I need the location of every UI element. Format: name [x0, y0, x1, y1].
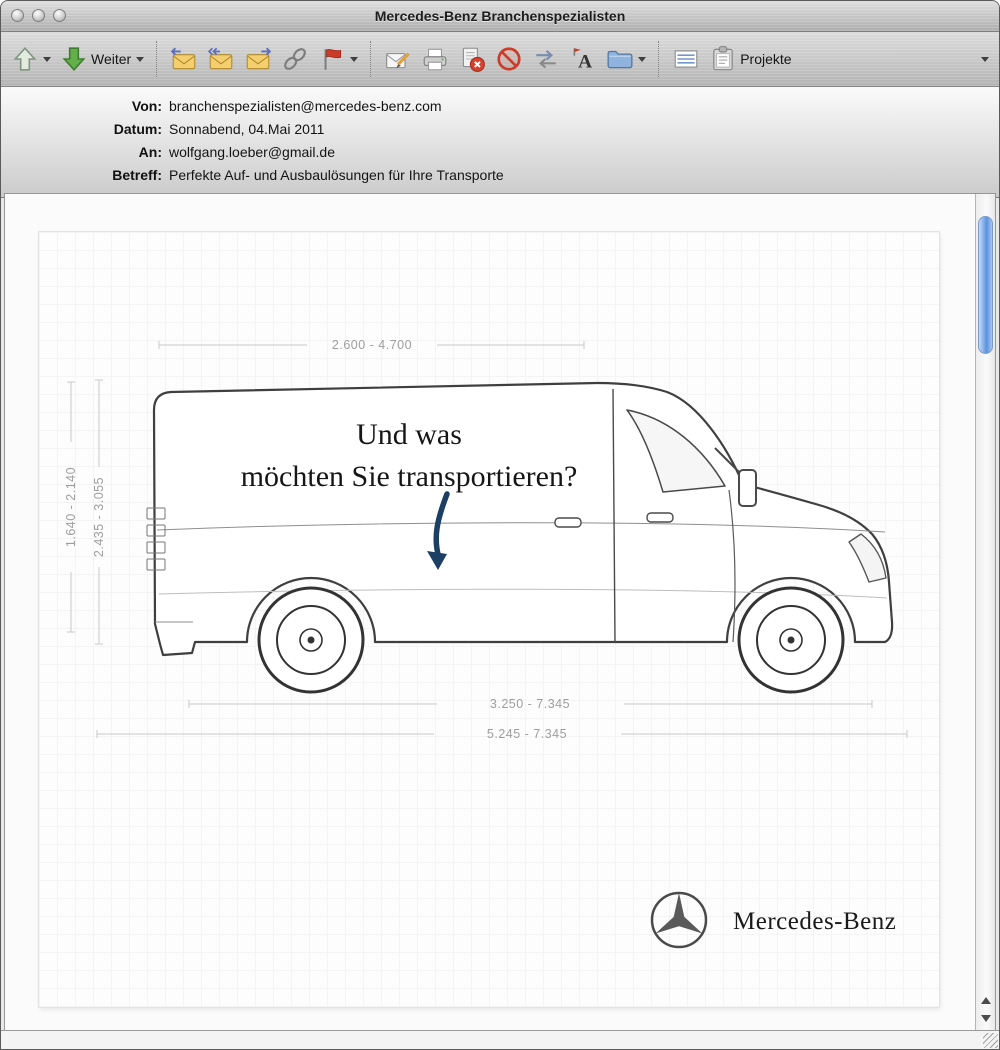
dimension-label-bottom-outer: 5.245 - 7.345: [487, 727, 567, 741]
reply-all-button[interactable]: [207, 45, 235, 73]
columns-button[interactable]: [672, 45, 700, 73]
delete-button[interactable]: [458, 45, 486, 73]
dropdown-arrow-icon[interactable]: [350, 57, 358, 62]
dimension-label-top: 2.600 - 4.700: [332, 338, 412, 352]
scrollbar-thumb[interactable]: [978, 216, 993, 354]
headline-line1: Und was: [356, 418, 462, 451]
toolbar-separator: [658, 41, 660, 77]
minimize-button[interactable]: [32, 9, 45, 22]
printer-icon: [421, 45, 449, 73]
folder-icon: [606, 45, 634, 73]
up-arrow-icon: [981, 997, 991, 1004]
list-columns-icon: [672, 45, 700, 73]
forward-button[interactable]: [244, 45, 272, 73]
to-label: An:: [1, 141, 169, 164]
close-button[interactable]: [11, 9, 24, 22]
dimension-label-left-outer: 1.640 - 2.140: [64, 467, 78, 547]
compose-icon: [384, 45, 412, 73]
date-label: Datum:: [1, 118, 169, 141]
dropdown-arrow-icon[interactable]: [638, 57, 646, 62]
titlebar[interactable]: Mercedes-Benz Branchenspezialisten: [1, 1, 999, 32]
down-arrow-icon: [981, 1015, 991, 1022]
toolbar-separator: [370, 41, 372, 77]
print-button[interactable]: [421, 45, 449, 73]
fonts-button[interactable]: A: [569, 45, 597, 73]
van-illustration: 2.600 - 4.700 1.640 - 2.140 2.435 - 3.05…: [39, 232, 939, 1007]
flag-icon: [318, 45, 346, 73]
header-row-date: Datum: Sonnabend, 04.Mai 2011: [1, 118, 999, 141]
junk-icon: [495, 45, 523, 73]
header-row-to: An: wolfgang.loeber@gmail.de: [1, 141, 999, 164]
headline-line2: möchten Sie transportieren?: [241, 460, 578, 493]
link-button[interactable]: [281, 45, 309, 73]
projects-button-label: Projekte: [740, 51, 791, 67]
from-label: Von:: [1, 95, 169, 118]
toolbar-overflow-icon: [981, 57, 989, 62]
scroll-up-button[interactable]: [976, 992, 995, 1008]
subject-value: Perfekte Auf- und Ausbaulösungen für Ihr…: [169, 164, 504, 187]
projects-button[interactable]: Projekte: [709, 45, 792, 73]
next-message-button[interactable]: Weiter: [60, 45, 144, 73]
to-value: wolfgang.loeber@gmail.de: [169, 141, 335, 164]
dimension-label-bottom-inner: 3.250 - 7.345: [490, 697, 570, 711]
toolbar-separator: [156, 41, 158, 77]
mercedes-logo: [652, 893, 706, 947]
toolbar-overflow-button[interactable]: [979, 57, 989, 62]
window-title: Mercedes-Benz Branchenspezialisten: [1, 1, 999, 31]
chain-link-icon: [281, 45, 309, 73]
fonts-icon: A: [569, 45, 597, 73]
vertical-scrollbar[interactable]: [975, 194, 995, 1030]
header-row-from: Von: branchenspezialisten@mercedes-benz.…: [1, 95, 999, 118]
clipboard-icon: [709, 45, 737, 73]
toolbar: Weiter: [1, 32, 999, 87]
resize-grip[interactable]: [983, 1033, 998, 1048]
header-row-subject: Betreff: Perfekte Auf- und Ausbaulösunge…: [1, 164, 999, 187]
window-controls: [11, 9, 66, 22]
bottom-bar: [1, 1030, 999, 1049]
svg-text:A: A: [578, 52, 592, 73]
dropdown-arrow-icon[interactable]: [136, 57, 144, 62]
next-button-label: Weiter: [91, 51, 131, 67]
redirect-arrows-icon: [532, 45, 560, 73]
dimension-label-left-inner: 2.435 - 3.055: [92, 477, 106, 557]
reply-button[interactable]: [170, 45, 198, 73]
previous-message-button[interactable]: [11, 45, 51, 73]
mail-window: Mercedes-Benz Branchenspezialisten Weite…: [0, 0, 1000, 1050]
scroll-down-button[interactable]: [976, 1010, 995, 1026]
brand-wordmark: Mercedes-Benz: [733, 908, 896, 935]
van-drawing: [147, 383, 892, 692]
subject-label: Betreff:: [1, 164, 169, 187]
reply-icon: [170, 45, 198, 73]
flag-button[interactable]: [318, 45, 358, 73]
reply-all-icon: [207, 45, 235, 73]
date-value: Sonnabend, 04.Mai 2011: [169, 118, 324, 141]
down-arrow-icon: [60, 45, 88, 73]
message-headers: Von: branchenspezialisten@mercedes-benz.…: [1, 87, 999, 198]
delete-icon: [458, 45, 486, 73]
redirect-button[interactable]: [532, 45, 560, 73]
compose-button[interactable]: [384, 45, 412, 73]
message-body: 2.600 - 4.700 1.640 - 2.140 2.435 - 3.05…: [4, 193, 996, 1031]
from-value: branchenspezialisten@mercedes-benz.com: [169, 95, 442, 118]
dropdown-arrow-icon[interactable]: [43, 57, 51, 62]
forward-icon: [244, 45, 272, 73]
zoom-button[interactable]: [53, 9, 66, 22]
junk-button[interactable]: [495, 45, 523, 73]
up-arrow-icon: [11, 45, 39, 73]
mailbox-folder-button[interactable]: [606, 45, 646, 73]
email-page: 2.600 - 4.700 1.640 - 2.140 2.435 - 3.05…: [39, 232, 939, 1007]
